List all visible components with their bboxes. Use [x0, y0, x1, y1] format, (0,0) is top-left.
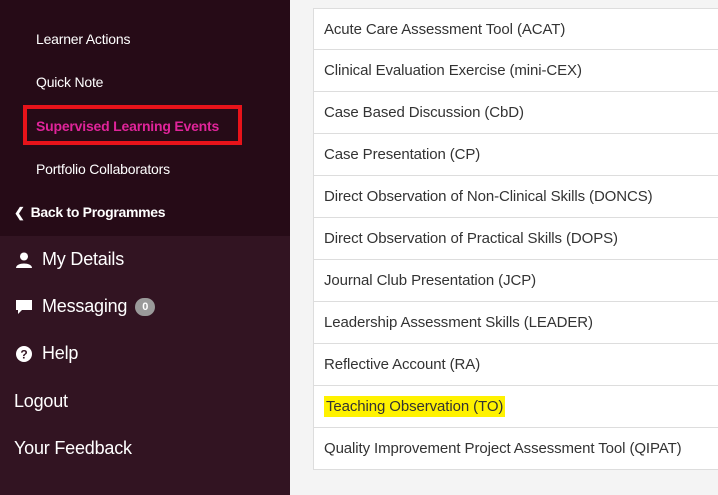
- nav-logout[interactable]: Logout: [14, 391, 68, 412]
- nav-your-feedback[interactable]: Your Feedback: [14, 438, 132, 459]
- nav-label: Logout: [14, 391, 68, 411]
- back-to-programmes-link[interactable]: ❮ Back to Programmes: [14, 204, 166, 221]
- list-item-label: Direct Observation of Practical Skills (…: [324, 230, 618, 247]
- nav-help[interactable]: ? Help: [14, 343, 78, 364]
- nav-label: Your Feedback: [14, 438, 132, 458]
- content-panel: Acute Care Assessment Tool (ACAT) Clinic…: [290, 0, 718, 495]
- list-item-label: Direct Observation of Non-Clinical Skill…: [324, 188, 653, 205]
- list-item-label: Case Presentation (CP): [324, 146, 481, 163]
- list-item-label: Journal Club Presentation (JCP): [324, 272, 536, 289]
- list-item-cbd[interactable]: Case Based Discussion (CbD): [314, 92, 718, 134]
- list-item-qipat[interactable]: Quality Improvement Project Assessment T…: [314, 428, 718, 470]
- sub-item-quick-note[interactable]: Quick Note: [36, 74, 103, 90]
- sub-item-portfolio-collaborators[interactable]: Portfolio Collaborators: [36, 161, 170, 177]
- list-item-acat[interactable]: Acute Care Assessment Tool (ACAT): [314, 8, 718, 50]
- list-item-label: Leadership Assessment Skills (LEADER): [324, 314, 593, 331]
- list-item-label: Clinical Evaluation Exercise (mini-CEX): [324, 62, 582, 79]
- list-item-jcp[interactable]: Journal Club Presentation (JCP): [314, 260, 718, 302]
- list-item-doncs[interactable]: Direct Observation of Non-Clinical Skill…: [314, 176, 718, 218]
- programme-sub-menu: Learner Actions Quick Note Supervised Le…: [0, 0, 290, 236]
- list-item-dops[interactable]: Direct Observation of Practical Skills (…: [314, 218, 718, 260]
- nav-label: Messaging: [42, 296, 128, 316]
- list-item-label: Reflective Account (RA): [324, 356, 481, 373]
- nav-messaging[interactable]: Messaging 0: [14, 296, 156, 317]
- sidebar: Learner Actions Quick Note Supervised Le…: [0, 0, 290, 495]
- nav-label: Help: [42, 343, 79, 363]
- sub-item-supervised-learning-events[interactable]: Supervised Learning Events: [36, 118, 219, 134]
- list-item-cp[interactable]: Case Presentation (CP): [314, 134, 718, 176]
- nav-label: My Details: [42, 249, 125, 269]
- list-item-to[interactable]: Teaching Observation (TO): [314, 386, 718, 428]
- sub-item-learner-actions[interactable]: Learner Actions: [36, 31, 130, 47]
- list-item-label-highlighted: Teaching Observation (TO): [324, 396, 506, 417]
- assessment-type-list: Acute Care Assessment Tool (ACAT) Clinic…: [313, 8, 718, 470]
- list-item-ra[interactable]: Reflective Account (RA): [314, 344, 718, 386]
- unread-count-badge: 0: [135, 297, 156, 316]
- back-link-label: Back to Programmes: [30, 204, 166, 220]
- nav-my-details[interactable]: My Details: [14, 249, 124, 270]
- chat-icon: [14, 297, 34, 317]
- user-icon: [14, 250, 34, 270]
- list-item-label: Case Based Discussion (CbD): [324, 104, 524, 121]
- list-item-label: Acute Care Assessment Tool (ACAT): [324, 20, 566, 38]
- question-icon: ?: [14, 344, 34, 364]
- chevron-left-icon: ❮: [14, 205, 25, 220]
- svg-text:?: ?: [20, 347, 27, 361]
- list-item-mini-cex[interactable]: Clinical Evaluation Exercise (mini-CEX): [314, 50, 718, 92]
- list-item-leader[interactable]: Leadership Assessment Skills (LEADER): [314, 302, 718, 344]
- list-item-label: Quality Improvement Project Assessment T…: [324, 440, 682, 457]
